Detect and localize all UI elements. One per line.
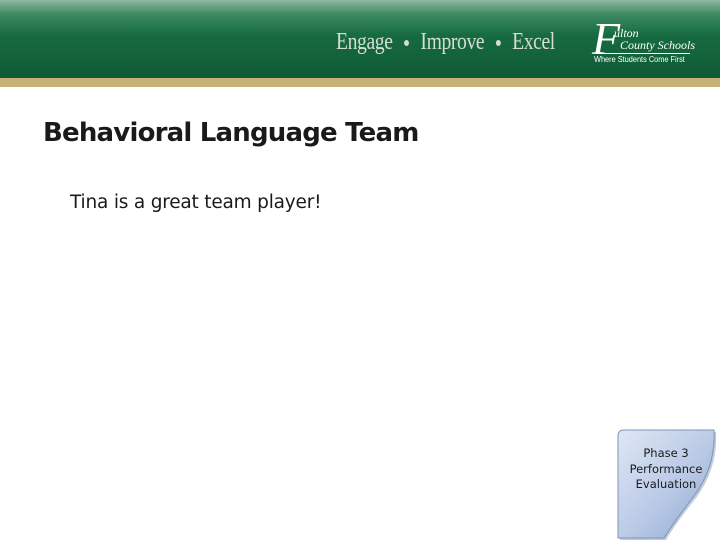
- performance-label: Performance: [629, 462, 703, 476]
- fulton-county-schools-logo: F ulton County Schools Where Students Co…: [592, 16, 695, 66]
- logo-rule: [596, 53, 690, 54]
- phase-badge: Phase 3 Performance Evaluation: [616, 428, 720, 540]
- evaluation-label: Evaluation: [635, 477, 697, 491]
- slide: Engage Improve Excel F ulton County Scho…: [0, 0, 720, 540]
- header-banner: Engage Improve Excel F ulton County Scho…: [0, 0, 720, 78]
- slide-body-text: Tina is a great team player!: [70, 192, 322, 213]
- motto-word-improve: Improve: [420, 29, 485, 55]
- logo-line2: County Schools: [620, 38, 695, 52]
- motto: Engage Improve Excel: [336, 29, 555, 56]
- logo-tagline: Where Students Come First: [594, 55, 685, 64]
- bullet-icon: [495, 39, 501, 46]
- bullet-icon: [404, 39, 409, 46]
- slide-title: Behavioral Language Team: [43, 118, 419, 148]
- phase-label: Phase 3: [643, 446, 689, 460]
- motto-word-excel: Excel: [512, 29, 555, 55]
- phase-badge-text: Phase 3 Performance Evaluation: [616, 444, 716, 492]
- header-stripe: [0, 78, 720, 87]
- motto-word-engage: Engage: [336, 29, 393, 55]
